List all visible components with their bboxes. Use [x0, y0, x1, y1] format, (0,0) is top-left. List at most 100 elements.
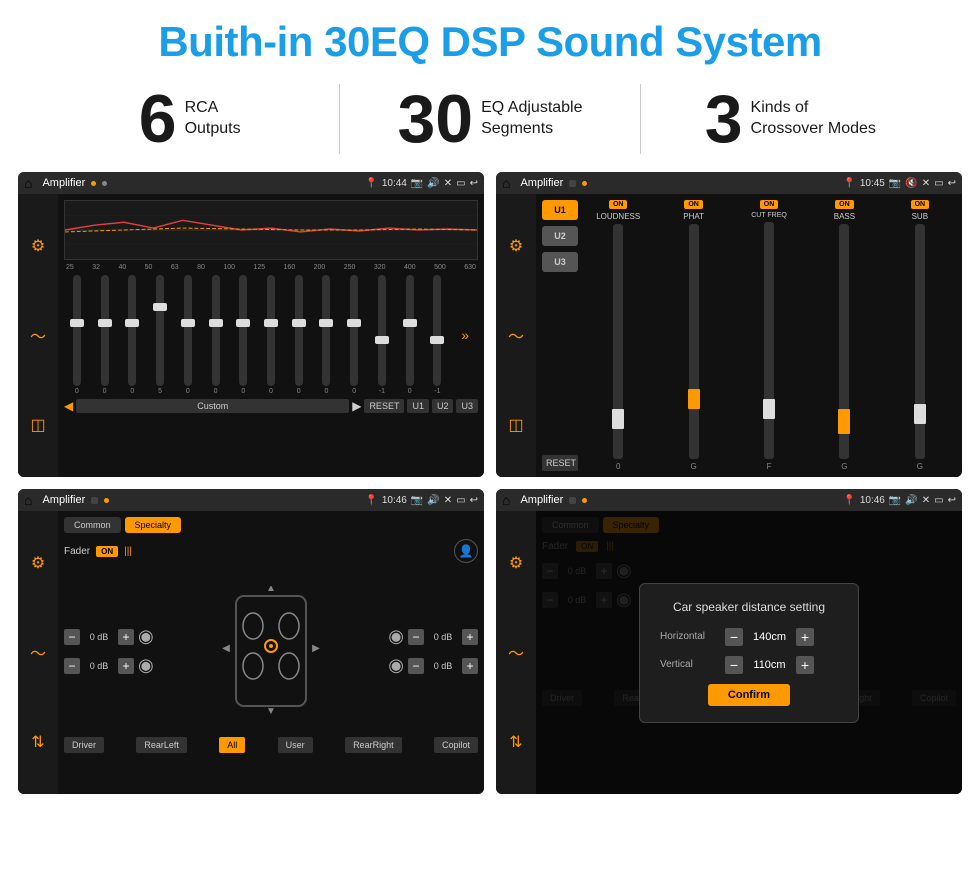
fader-speaker-icon-3: ◉ [388, 626, 404, 647]
amp-sidebar: ⚙ 〜 ◫ [496, 194, 536, 477]
dialog-vertical-value: 110cm [747, 659, 792, 671]
fader-plus-3[interactable]: + [462, 629, 478, 645]
amp-back-icon[interactable]: ↩ [948, 178, 956, 189]
fader-content: − 0 dB + ◉ − 0 dB + ◉ [64, 571, 478, 731]
fader-screen-card: ⌂ Amplifier 📍 10:46 📷 🔊 ✕ ▭ ↩ ⚙ 〜 ⇅ [18, 489, 484, 794]
dialog-time: 10:46 [860, 495, 885, 506]
eq-reset-button[interactable]: RESET [364, 399, 404, 413]
dialog-horizontal-plus[interactable]: + [796, 628, 814, 646]
fader-db-control-1: − 0 dB + ◉ [64, 626, 154, 647]
tab-specialty[interactable]: Specialty [125, 517, 182, 533]
amp-on-sub[interactable]: ON [911, 200, 930, 209]
amp-home-icon[interactable]: ⌂ [502, 175, 510, 191]
dialog-sidebar: ⚙ 〜 ⇅ [496, 511, 536, 794]
dialog-filter-icon[interactable]: ⚙ [509, 553, 523, 573]
amp-on-phat[interactable]: ON [684, 200, 703, 209]
amp-on-loudness[interactable]: ON [609, 200, 628, 209]
eq-slider-11[interactable]: 0 [341, 275, 367, 395]
dialog-vertical-plus[interactable]: + [796, 656, 814, 674]
fader-arrows-icon[interactable]: ⇅ [31, 732, 44, 752]
eq-speaker-icon[interactable]: ◫ [30, 415, 45, 435]
eq-slider-10[interactable]: 0 [314, 275, 340, 395]
amp-on-cutfreq[interactable]: ON [760, 200, 779, 209]
eq-preset-custom[interactable]: Custom [76, 399, 349, 413]
home-icon[interactable]: ⌂ [24, 175, 32, 191]
eq-back-icon[interactable]: ↩ [470, 178, 478, 189]
dialog-confirm-button[interactable]: Confirm [708, 684, 790, 706]
dialog-vertical-minus[interactable]: − [725, 656, 743, 674]
eq-slider-6[interactable]: 0 [203, 275, 229, 395]
eq-slider-5[interactable]: 0 [175, 275, 201, 395]
eq-pin-icon: 📍 [365, 178, 377, 189]
amp-slider-loudness[interactable] [613, 224, 623, 459]
eq-slider-3[interactable]: 0 [119, 275, 145, 395]
amp-wave-icon[interactable]: 〜 [508, 323, 524, 347]
fader-minus-4[interactable]: − [408, 658, 424, 674]
eq-u2-button[interactable]: U2 [432, 399, 454, 413]
fader-minus-1[interactable]: − [64, 629, 80, 645]
eq-slider-9[interactable]: 0 [286, 275, 312, 395]
fader-screen-title: Amplifier [42, 494, 85, 506]
amp-label-loudness: LOUDNESS [596, 212, 640, 221]
dialog-back-icon[interactable]: ↩ [948, 495, 956, 506]
amp-slider-phat[interactable] [689, 224, 699, 459]
dialog-window-icon: ▭ [934, 495, 943, 506]
eq-slider-7[interactable]: 0 [230, 275, 256, 395]
eq-slider-4[interactable]: 5 [147, 275, 173, 395]
screens-grid: ⌂ Amplifier 📍 10:44 📷 🔊 ✕ ▭ ↩ ⚙ 〜 ◫ [0, 168, 980, 804]
dialog-overlay: Car speaker distance setting Horizontal … [536, 511, 962, 794]
amp-time: 10:45 [860, 178, 885, 189]
fader-camera-icon: 📷 [411, 495, 423, 506]
amp-on-bass[interactable]: ON [835, 200, 854, 209]
eq-u3-button[interactable]: U3 [456, 399, 478, 413]
btn-driver[interactable]: Driver [64, 737, 104, 753]
fader-filter-icon[interactable]: ⚙ [31, 553, 45, 573]
amp-preset-u2[interactable]: U2 [542, 226, 578, 246]
eq-slider-12[interactable]: -1 [369, 275, 395, 395]
amp-dot2 [582, 181, 587, 186]
eq-slider-expand[interactable]: » [452, 275, 478, 395]
amp-volume-icon: 🔇 [905, 178, 917, 189]
eq-play-button[interactable]: ▶ [352, 399, 361, 413]
amp-slider-bass[interactable] [839, 224, 849, 459]
fader-minus-3[interactable]: − [408, 629, 424, 645]
fader-plus-1[interactable]: + [118, 629, 134, 645]
amp-preset-u1[interactable]: U1 [542, 200, 578, 220]
amp-reset-button[interactable]: RESET [542, 455, 578, 471]
amp-slider-sub[interactable] [915, 224, 925, 459]
eq-slider-2[interactable]: 0 [92, 275, 118, 395]
btn-copilot[interactable]: Copilot [434, 737, 478, 753]
dialog-wave-icon[interactable]: 〜 [508, 640, 524, 664]
fader-home-icon[interactable]: ⌂ [24, 492, 32, 508]
amp-preset-u3[interactable]: U3 [542, 252, 578, 272]
eq-slider-1[interactable]: 0 [64, 275, 90, 395]
eq-filter-icon[interactable]: ⚙ [31, 236, 45, 256]
eq-slider-8[interactable]: 0 [258, 275, 284, 395]
eq-u1-button[interactable]: U1 [407, 399, 429, 413]
fader-minus-2[interactable]: − [64, 658, 80, 674]
fader-back-icon[interactable]: ↩ [470, 495, 478, 506]
dialog-arrows-icon[interactable]: ⇅ [509, 732, 522, 752]
btn-rearright[interactable]: RearRight [345, 737, 402, 753]
btn-user[interactable]: User [278, 737, 313, 753]
amp-slider-cutfreq[interactable] [764, 222, 774, 459]
dialog-status-icons: 📍 10:46 📷 🔊 ✕ ▭ ↩ [843, 495, 956, 506]
fader-wave-icon[interactable]: 〜 [30, 640, 46, 664]
fader-avatar-icon[interactable]: 👤 [454, 539, 478, 563]
eq-prev-button[interactable]: ◀ [64, 399, 73, 413]
btn-all[interactable]: All [219, 737, 245, 753]
tab-common[interactable]: Common [64, 517, 121, 533]
eq-slider-13[interactable]: 0 [397, 275, 423, 395]
amp-speaker-icon[interactable]: ◫ [508, 415, 523, 435]
fader-on-btn[interactable]: ON [96, 546, 118, 557]
amp-filter-icon[interactable]: ⚙ [509, 236, 523, 256]
svg-text:▶: ▶ [312, 643, 320, 654]
dialog-horizontal-minus[interactable]: − [725, 628, 743, 646]
fader-plus-2[interactable]: + [118, 658, 134, 674]
dialog-home-icon[interactable]: ⌂ [502, 492, 510, 508]
eq-slider-14[interactable]: -1 [425, 275, 451, 395]
btn-rearleft[interactable]: RearLeft [136, 737, 187, 753]
eq-wave-icon[interactable]: 〜 [30, 323, 46, 347]
fader-plus-4[interactable]: + [462, 658, 478, 674]
eq-val-1: 0 [75, 388, 79, 395]
